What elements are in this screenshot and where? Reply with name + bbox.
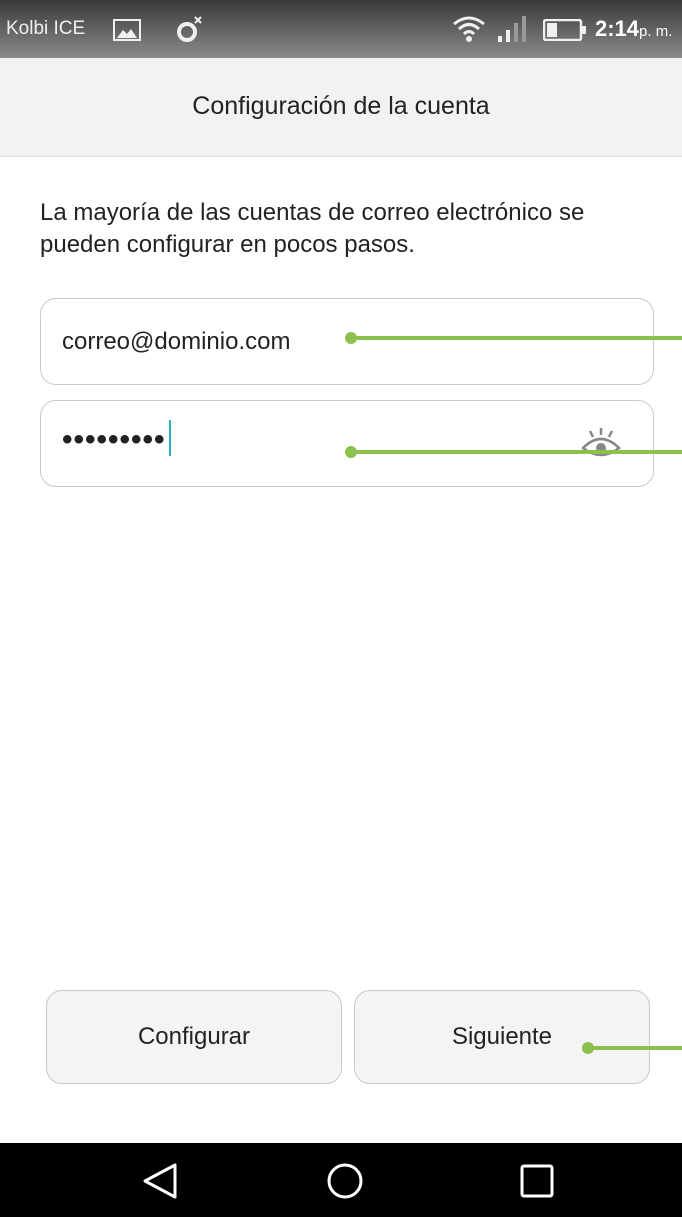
clock-time: 2:14 <box>595 16 640 41</box>
status-bar: Kolbi ICE 2:14p. m. <box>0 0 682 58</box>
home-icon[interactable] <box>325 1161 365 1206</box>
signal-icon <box>496 14 530 49</box>
back-icon[interactable] <box>142 1162 178 1205</box>
status-time: 2:14p. m. <box>595 16 672 42</box>
annotation-dot-next <box>582 1042 594 1054</box>
configure-button[interactable]: Configurar <box>46 990 342 1084</box>
wifi-icon <box>452 14 486 49</box>
email-value: correo@dominio.com <box>62 328 291 355</box>
title-bar: Configuración de la cuenta <box>0 58 682 157</box>
battery-icon <box>542 18 587 46</box>
alarm-icon <box>176 14 202 49</box>
navigation-bar <box>0 1143 682 1217</box>
annotation-pointer-password <box>350 450 682 454</box>
annotation-dot-password <box>345 446 357 458</box>
text-cursor <box>168 420 171 457</box>
page-title: Configuración de la cuenta <box>192 92 490 120</box>
clock-ampm: p. m. <box>639 23 673 40</box>
screen: Kolbi ICE 2:14p. m. Configuración de la … <box>0 0 682 1217</box>
next-button[interactable]: Siguiente <box>354 990 650 1084</box>
annotation-pointer-next <box>588 1046 682 1050</box>
password-dots: ••••••••• <box>62 423 166 456</box>
password-value: ••••••••• <box>62 420 171 459</box>
annotation-pointer-email <box>350 336 682 340</box>
gallery-icon <box>113 19 141 41</box>
eye-icon[interactable] <box>579 426 623 467</box>
password-field[interactable]: ••••••••• <box>40 400 654 487</box>
intro-text: La mayoría de las cuentas de correo elec… <box>40 199 585 258</box>
carrier-name: Kolbi ICE <box>6 18 86 39</box>
recents-icon[interactable] <box>519 1163 555 1204</box>
annotation-dot-email <box>345 332 357 344</box>
